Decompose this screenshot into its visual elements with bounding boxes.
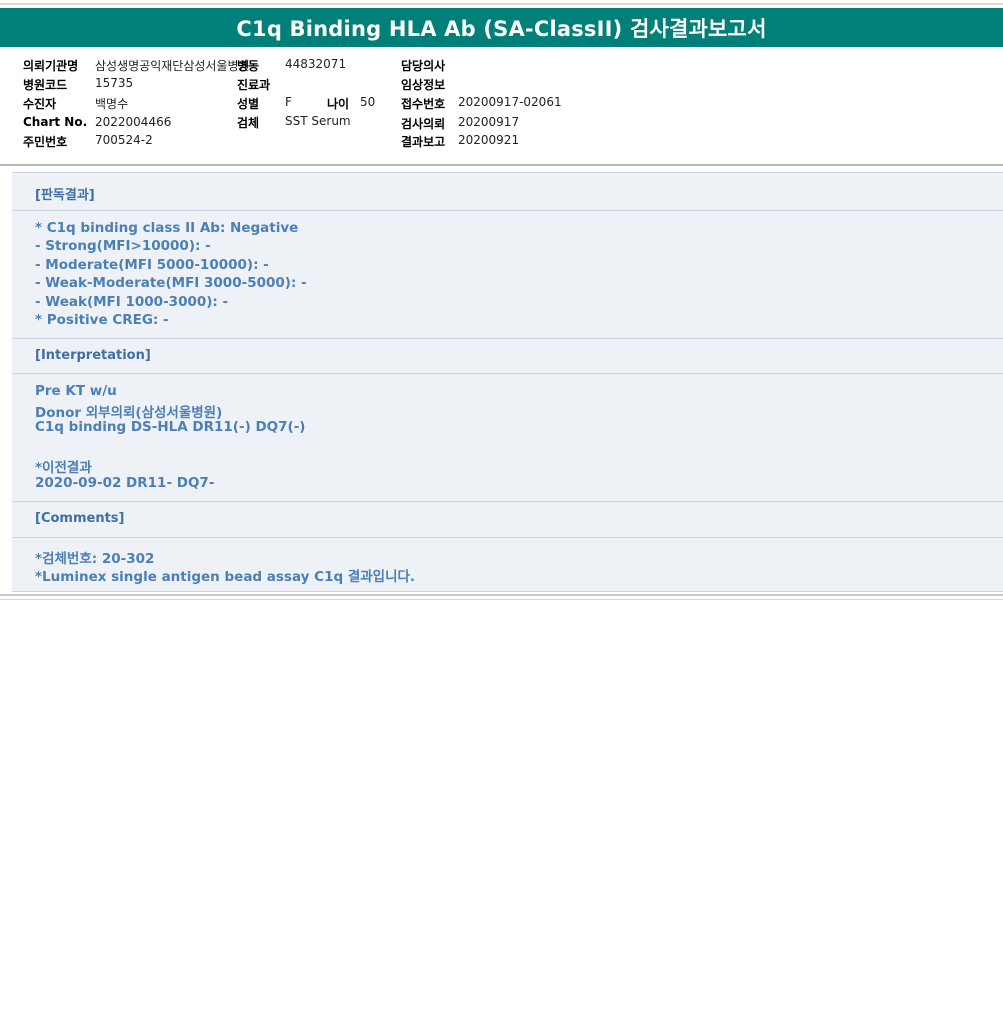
- interpretation-line: Pre KT w/u: [35, 383, 117, 399]
- ward-label: 병동: [237, 59, 260, 73]
- age-value: 50: [360, 95, 376, 109]
- sex-value: F: [285, 95, 292, 109]
- clinical-info-label: 임상정보: [401, 78, 446, 92]
- result-line: * Positive CREG: -: [35, 312, 169, 328]
- bottom-rule: [0, 599, 1003, 600]
- institution-value: 삼성생명공익재단삼성서울병원: [95, 59, 250, 73]
- request-date-label: 검사의뢰: [401, 117, 446, 131]
- patient-label: 수진자: [23, 97, 57, 111]
- report-date-value: 20200921: [458, 133, 520, 147]
- result-section-heading: [판독결과]: [35, 188, 95, 203]
- report-date-label: 결과보고: [401, 135, 446, 149]
- bottom-rule: [0, 594, 1003, 596]
- doctor-label: 담당의사: [401, 59, 446, 73]
- section-divider: [12, 501, 1003, 502]
- receipt-no-label: 접수번호: [401, 97, 446, 111]
- comments-line: *검체번호: 20-302: [35, 551, 155, 567]
- department-label: 진료과: [237, 78, 271, 92]
- interpretation-line: Donor 외부의뢰(삼성서울병원): [35, 405, 223, 421]
- comments-line: *Luminex single antigen bead assay C1q 결…: [35, 569, 416, 585]
- chart-no-label: Chart No.: [23, 115, 88, 129]
- patient-info-header: 의뢰기관명 삼성생명공익재단삼성서울병원 병동 44832071 담당의사 병원…: [0, 48, 1003, 164]
- result-line: - Weak-Moderate(MFI 3000-5000): -: [35, 275, 307, 291]
- section-divider: [12, 210, 1003, 211]
- section-divider: [12, 537, 1003, 538]
- ward-value: 44832071: [285, 57, 347, 71]
- comments-section-heading: [Comments]: [35, 511, 125, 526]
- chart-no-value: 2022004466: [95, 115, 172, 129]
- age-label: 나이: [327, 97, 350, 111]
- result-line: - Moderate(MFI 5000-10000): -: [35, 257, 269, 273]
- interpretation-section-heading: [Interpretation]: [35, 348, 151, 363]
- interpretation-line: C1q binding DS-HLA DR11(-) DQ7(-): [35, 419, 306, 435]
- section-divider: [12, 373, 1003, 374]
- hospital-code-value: 15735: [95, 76, 134, 90]
- patient-value: 백명수: [95, 97, 129, 111]
- report-title: C1q Binding HLA Ab (SA-ClassII) 검사결과보고서: [236, 16, 767, 41]
- resident-no-label: 주민번호: [23, 135, 68, 149]
- top-rule: [0, 3, 1003, 5]
- header-divider: [0, 164, 1003, 166]
- resident-no-value: 700524-2: [95, 133, 153, 147]
- section-divider: [12, 338, 1003, 339]
- receipt-no-value: 20200917-02061: [458, 95, 562, 109]
- result-line: - Strong(MFI>10000): -: [35, 238, 211, 254]
- result-line: * C1q binding class II Ab: Negative: [35, 220, 299, 236]
- hospital-code-label: 병원코드: [23, 78, 68, 92]
- result-line: - Weak(MFI 1000-3000): -: [35, 294, 229, 310]
- interpretation-line: *이전결과: [35, 460, 92, 476]
- results-panel: [판독결과] * C1q binding class II Ab: Negati…: [12, 172, 1003, 592]
- specimen-label: 검체: [237, 116, 260, 130]
- specimen-value: SST Serum: [285, 114, 351, 128]
- institution-label: 의뢰기관명: [23, 59, 79, 73]
- sex-label: 성별: [237, 97, 260, 111]
- interpretation-line: 2020-09-02 DR11- DQ7-: [35, 475, 215, 491]
- request-date-value: 20200917: [458, 115, 520, 129]
- report-title-bar: C1q Binding HLA Ab (SA-ClassII) 검사결과보고서: [0, 8, 1003, 47]
